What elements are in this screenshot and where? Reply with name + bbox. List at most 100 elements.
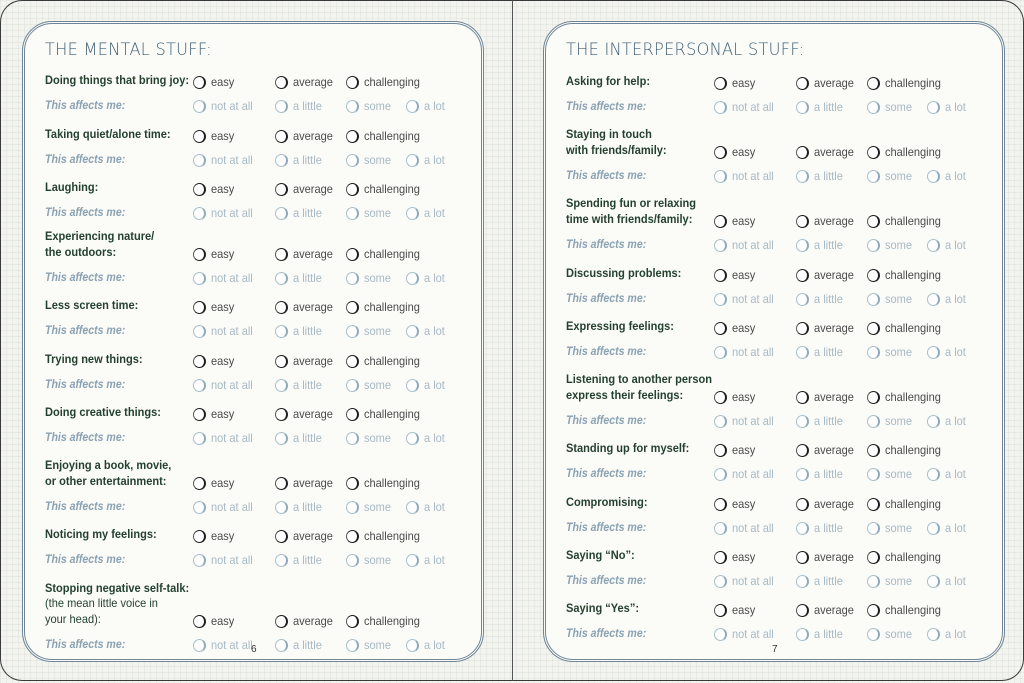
radio-circle-icon[interactable] — [714, 443, 727, 457]
affects-option-a-little[interactable]: a little — [796, 626, 845, 642]
radio-circle-icon[interactable] — [714, 521, 727, 535]
radio-circle-icon[interactable] — [406, 638, 419, 652]
difficulty-option-challenging[interactable]: challenging — [346, 299, 425, 315]
radio-circle-icon[interactable] — [275, 500, 288, 514]
affects-option-some[interactable]: some — [346, 323, 393, 339]
difficulty-option-average[interactable]: average — [796, 602, 857, 618]
radio-circle-icon[interactable] — [193, 638, 206, 652]
radio-circle-icon[interactable] — [796, 550, 809, 564]
difficulty-option-easy[interactable]: easy — [714, 549, 757, 565]
difficulty-option-easy[interactable]: easy — [714, 496, 757, 512]
radio-circle-icon[interactable] — [193, 75, 206, 89]
affects-option-a-little[interactable]: a little — [275, 98, 324, 114]
difficulty-option-easy[interactable]: easy — [193, 528, 236, 544]
affects-option-a-little[interactable]: a little — [796, 520, 845, 536]
radio-circle-icon[interactable] — [193, 300, 206, 314]
difficulty-option-challenging[interactable]: challenging — [867, 496, 946, 512]
radio-circle-icon[interactable] — [927, 574, 940, 588]
radio-circle-icon[interactable] — [346, 476, 359, 490]
affects-option-not-at-all[interactable]: not at all — [193, 270, 256, 286]
radio-circle-icon[interactable] — [193, 247, 206, 261]
radio-circle-icon[interactable] — [867, 100, 880, 114]
difficulty-option-easy[interactable]: easy — [193, 74, 236, 90]
radio-circle-icon[interactable] — [796, 292, 809, 306]
radio-circle-icon[interactable] — [714, 603, 727, 617]
radio-circle-icon[interactable] — [867, 345, 880, 359]
affects-option-a-lot[interactable]: a lot — [927, 291, 968, 307]
radio-circle-icon[interactable] — [346, 324, 359, 338]
affects-option-not-at-all[interactable]: not at all — [193, 98, 256, 114]
radio-circle-icon[interactable] — [275, 182, 288, 196]
radio-circle-icon[interactable] — [193, 271, 206, 285]
radio-circle-icon[interactable] — [275, 153, 288, 167]
radio-circle-icon[interactable] — [867, 497, 880, 511]
radio-circle-icon[interactable] — [346, 300, 359, 314]
radio-circle-icon[interactable] — [406, 153, 419, 167]
difficulty-option-challenging[interactable]: challenging — [867, 320, 946, 336]
affects-option-some[interactable]: some — [867, 291, 914, 307]
affects-option-some[interactable]: some — [346, 552, 393, 568]
radio-circle-icon[interactable] — [796, 443, 809, 457]
radio-circle-icon[interactable] — [193, 407, 206, 421]
radio-circle-icon[interactable] — [714, 414, 727, 428]
radio-circle-icon[interactable] — [193, 129, 206, 143]
radio-circle-icon[interactable] — [927, 292, 940, 306]
radio-circle-icon[interactable] — [406, 99, 419, 113]
affects-option-not-at-all[interactable]: not at all — [714, 237, 777, 253]
affects-option-a-little[interactable]: a little — [275, 430, 324, 446]
affects-option-some[interactable]: some — [867, 168, 914, 184]
difficulty-option-average[interactable]: average — [275, 613, 336, 629]
radio-circle-icon[interactable] — [346, 529, 359, 543]
radio-circle-icon[interactable] — [406, 431, 419, 445]
difficulty-option-average[interactable]: average — [275, 181, 336, 197]
affects-option-a-little[interactable]: a little — [796, 237, 845, 253]
affects-option-not-at-all[interactable]: not at all — [714, 99, 777, 115]
radio-circle-icon[interactable] — [714, 467, 727, 481]
difficulty-option-challenging[interactable]: challenging — [346, 74, 425, 90]
affects-option-some[interactable]: some — [867, 413, 914, 429]
affects-option-a-lot[interactable]: a lot — [927, 237, 968, 253]
radio-circle-icon[interactable] — [867, 550, 880, 564]
radio-circle-icon[interactable] — [193, 99, 206, 113]
affects-option-some[interactable]: some — [346, 152, 393, 168]
affects-option-a-little[interactable]: a little — [275, 377, 324, 393]
radio-circle-icon[interactable] — [927, 100, 940, 114]
affects-option-a-little[interactable]: a little — [796, 573, 845, 589]
difficulty-option-average[interactable]: average — [796, 496, 857, 512]
radio-circle-icon[interactable] — [796, 521, 809, 535]
difficulty-option-average[interactable]: average — [275, 528, 336, 544]
difficulty-option-challenging[interactable]: challenging — [867, 144, 946, 160]
affects-option-some[interactable]: some — [346, 430, 393, 446]
radio-circle-icon[interactable] — [867, 292, 880, 306]
affects-option-some[interactable]: some — [346, 637, 393, 653]
radio-circle-icon[interactable] — [346, 638, 359, 652]
radio-circle-icon[interactable] — [796, 268, 809, 282]
affects-option-not-at-all[interactable]: not at all — [193, 552, 256, 568]
difficulty-option-average[interactable]: average — [796, 144, 857, 160]
difficulty-option-average[interactable]: average — [796, 75, 857, 91]
difficulty-option-average[interactable]: average — [275, 299, 336, 315]
difficulty-option-challenging[interactable]: challenging — [867, 549, 946, 565]
difficulty-option-easy[interactable]: easy — [714, 389, 757, 405]
radio-circle-icon[interactable] — [796, 414, 809, 428]
affects-option-a-lot[interactable]: a lot — [927, 99, 968, 115]
radio-circle-icon[interactable] — [346, 378, 359, 392]
radio-circle-icon[interactable] — [346, 182, 359, 196]
affects-option-a-little[interactable]: a little — [796, 466, 845, 482]
difficulty-option-average[interactable]: average — [275, 128, 336, 144]
difficulty-option-challenging[interactable]: challenging — [867, 267, 946, 283]
affects-option-a-lot[interactable]: a lot — [406, 205, 447, 221]
radio-circle-icon[interactable] — [346, 271, 359, 285]
radio-circle-icon[interactable] — [796, 345, 809, 359]
radio-circle-icon[interactable] — [714, 145, 727, 159]
radio-circle-icon[interactable] — [867, 443, 880, 457]
difficulty-option-average[interactable]: average — [796, 549, 857, 565]
difficulty-option-easy[interactable]: easy — [193, 406, 236, 422]
radio-circle-icon[interactable] — [796, 76, 809, 90]
affects-option-a-little[interactable]: a little — [796, 168, 845, 184]
difficulty-option-challenging[interactable]: challenging — [346, 613, 425, 629]
radio-circle-icon[interactable] — [867, 76, 880, 90]
difficulty-option-challenging[interactable]: challenging — [346, 128, 425, 144]
radio-circle-icon[interactable] — [927, 414, 940, 428]
radio-circle-icon[interactable] — [346, 614, 359, 628]
